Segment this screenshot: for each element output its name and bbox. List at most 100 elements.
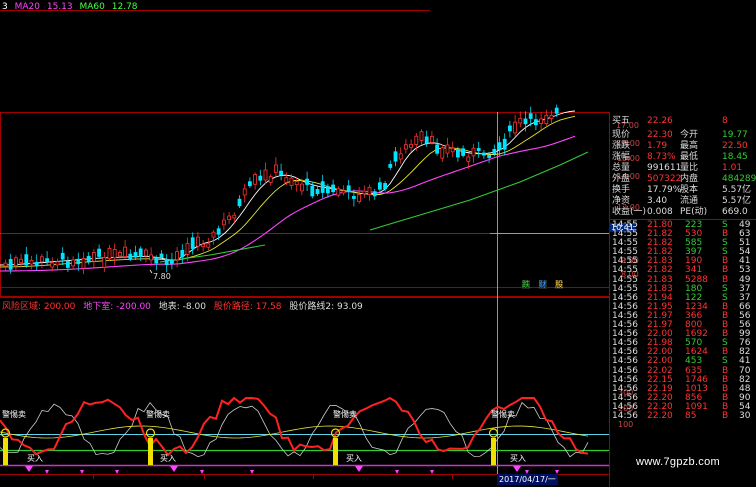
- crosshair-date-label: 2017/04/17/一: [497, 474, 558, 485]
- candle-body: [40, 256, 44, 263]
- quote-row: 涨幅 8.73% 最低 18.45: [610, 152, 756, 163]
- quote-label: 总量: [612, 163, 631, 173]
- candle-body: [253, 174, 258, 185]
- candle-body: [180, 249, 185, 258]
- hold-label: 警惕卖: [146, 410, 170, 419]
- candle-body: [237, 198, 242, 207]
- indicator-legend-item: 地表: -8.00: [158, 302, 206, 312]
- quote-row: 总量 991611 量比 1.01: [610, 163, 756, 174]
- quote-panel: 买五 22.26 8 现价 22.30 今开 19.77 涨跌 1.79 最高 22.50 涨幅 8.7…: [610, 112, 756, 487]
- candle-body: [138, 248, 143, 257]
- event-tag[interactable]: 股: [555, 280, 564, 289]
- candle-body: [55, 261, 60, 266]
- quote-row: 涨跌 1.79 最高 22.50: [610, 141, 756, 152]
- quote-value: 3.40: [647, 196, 668, 206]
- candle-body: [325, 186, 330, 194]
- candle-body: [393, 151, 398, 162]
- indicator-lines: [0, 396, 589, 458]
- minor-signal-arrow: [395, 470, 399, 474]
- candle-body: [81, 258, 86, 269]
- signal-bar: [148, 438, 153, 465]
- hold-label: 警惕卖: [2, 410, 26, 419]
- candle-body: [497, 142, 502, 151]
- ma-legend-item: 15.13: [46, 2, 73, 12]
- quote-value: 991611: [647, 163, 682, 173]
- hold-label: 警惕卖: [333, 410, 357, 419]
- candle-body: [424, 136, 429, 144]
- event-tag[interactable]: 跌: [522, 280, 530, 289]
- candle-body: [492, 149, 497, 155]
- candle-body: [107, 248, 112, 259]
- candle-body: [34, 261, 39, 267]
- candle-body: [289, 177, 294, 187]
- candle-body: [232, 214, 237, 219]
- ma-legend-item: MA60: [79, 2, 105, 12]
- event-tag[interactable]: 财: [538, 280, 547, 289]
- candle-body: [487, 154, 492, 158]
- tick-v: 85: [685, 410, 697, 421]
- candle-body: [143, 249, 148, 257]
- candle-body: [294, 181, 299, 186]
- tick-t: 14:56: [612, 410, 638, 421]
- candle-body: [466, 156, 471, 162]
- tick-list[interactable]: 14:55 21.80 223 S 49 14:55 21.82 530 B 63 14:55 21.…: [610, 221, 756, 421]
- candle-body: [185, 243, 190, 255]
- kline-chart[interactable]: 3 MA20 15.13 MA60 12.78 风险区域: 200.00 地下室…: [0, 0, 639, 487]
- candle-body: [123, 246, 127, 258]
- candle-body: [372, 191, 377, 197]
- candle-body: [76, 258, 81, 265]
- quote-value: 22.30: [647, 130, 673, 140]
- candle-body: [429, 136, 434, 143]
- candle-body: [227, 215, 232, 221]
- candle-body: [24, 254, 29, 266]
- quote-label: 涨跌: [612, 141, 631, 151]
- quote-value: 669.0: [722, 207, 748, 217]
- hold-label: 警惕卖: [491, 410, 515, 419]
- candle-body: [112, 249, 117, 259]
- candle-body: [398, 153, 403, 160]
- quote-label: 股本: [680, 185, 699, 195]
- candle-body: [351, 196, 356, 199]
- candle-body: [419, 131, 424, 141]
- minor-signal-arrow: [430, 470, 434, 474]
- candle-body: [440, 147, 445, 159]
- candle-body: [86, 255, 91, 262]
- indicator-legend-item: 风险区域: 200.00: [2, 302, 76, 312]
- candle-body: [128, 253, 133, 260]
- ma-legend-item: 3: [2, 2, 8, 12]
- buy-label: 买入: [160, 454, 176, 463]
- candle-body: [66, 261, 70, 268]
- candle-body: [336, 188, 341, 196]
- candle-body: [481, 152, 486, 156]
- candle-body: [450, 147, 455, 153]
- quote-value: 8: [722, 116, 728, 126]
- quote-value: 17.79%: [647, 185, 682, 195]
- candlesticks: [3, 104, 559, 275]
- candle-body: [258, 175, 263, 181]
- candle-body: [461, 148, 466, 156]
- ma-legend-item: 12.78: [111, 2, 138, 12]
- signal-bar: [491, 438, 496, 465]
- chart-canvas[interactable]: [0, 0, 610, 487]
- candle-body: [133, 252, 138, 258]
- quote-label: 现价: [612, 130, 631, 140]
- candle-body: [211, 231, 216, 238]
- event-tags: 跌 财 股: [522, 279, 564, 290]
- indicator-legend-item: 地下室: -200.00: [83, 302, 151, 312]
- ma-legend: 3 MA20 15.13 MA60 12.78: [2, 2, 142, 12]
- quote-value: 1.79: [647, 141, 668, 151]
- candle-body: [414, 135, 419, 145]
- ma-legend-item: MA20: [14, 2, 40, 12]
- candle-body: [216, 228, 221, 235]
- quote-label: 今开: [680, 130, 699, 140]
- candle-body: [305, 178, 310, 185]
- tick-p: 22.20: [647, 410, 673, 421]
- candle-body: [268, 176, 273, 183]
- quote-label: 外盘: [612, 174, 631, 184]
- candle-body: [331, 184, 336, 193]
- candle-body: [476, 148, 481, 151]
- signal-bar: [3, 438, 8, 465]
- buy-label: 买入: [346, 454, 362, 463]
- candle-body: [263, 169, 268, 181]
- main-chart-frame: [0, 112, 610, 297]
